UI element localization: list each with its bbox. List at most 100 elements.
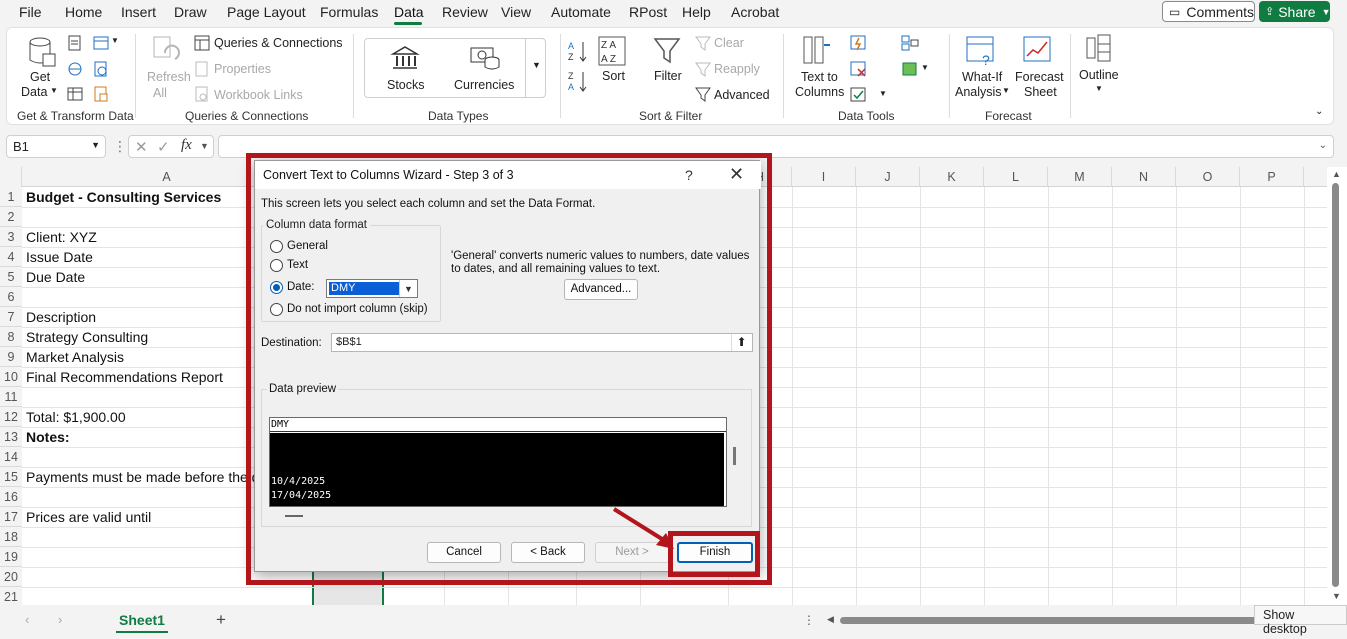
row-header[interactable]: 6 [0, 287, 22, 307]
column-header-p[interactable]: P [1240, 167, 1304, 187]
cell-a17[interactable]: Prices are valid until [26, 509, 151, 525]
column-header-m[interactable]: M [1048, 167, 1112, 187]
cell-a15[interactable]: Payments must be made before the d [26, 469, 259, 485]
currencies-icon[interactable] [468, 44, 500, 72]
cell-a9[interactable]: Market Analysis [26, 349, 124, 365]
scroll-left-icon[interactable]: ◀ [827, 614, 834, 625]
row-header[interactable]: 17 [0, 507, 22, 527]
row-header[interactable]: 15 [0, 467, 22, 487]
row-header[interactable]: 4 [0, 247, 22, 267]
what-if-label[interactable]: What-If [962, 70, 1002, 84]
row-header[interactable]: 11 [0, 387, 22, 407]
row-header[interactable]: 18 [0, 527, 22, 547]
select-all-corner[interactable] [0, 167, 22, 187]
row-header[interactable]: 7 [0, 307, 22, 327]
sheet-tab-sheet1[interactable]: Sheet1 [116, 609, 168, 633]
remove-duplicates-icon[interactable] [850, 60, 868, 78]
stocks-button[interactable]: Stocks [387, 78, 425, 92]
menu-view[interactable]: View [501, 4, 531, 20]
outline-icon[interactable] [1086, 34, 1112, 64]
more-sheets-icon[interactable]: ⋮ [803, 613, 815, 627]
horizontal-scrollbar-thumb[interactable] [840, 617, 1260, 624]
next-sheet-icon[interactable]: › [58, 612, 62, 627]
row-header[interactable]: 2 [0, 207, 22, 227]
cell-a10[interactable]: Final Recommendations Report [26, 369, 223, 385]
row-header[interactable]: 13 [0, 427, 22, 447]
row-header[interactable]: 19 [0, 547, 22, 567]
menu-help[interactable]: Help [682, 4, 711, 20]
recent-sources-icon[interactable] [93, 35, 109, 51]
column-header-n[interactable]: N [1112, 167, 1176, 187]
menu-rpost[interactable]: RPost [629, 4, 667, 20]
sheet-label[interactable]: Sheet [1024, 85, 1057, 99]
get-data-label[interactable]: Get [30, 70, 50, 84]
share-button[interactable]: ⇪ Share ▼ [1259, 1, 1331, 22]
queries-connections-button[interactable]: Queries & Connections [214, 36, 343, 50]
expand-formula-icon[interactable]: ⌄ [1319, 140, 1327, 151]
add-sheet-button[interactable]: + [216, 610, 226, 630]
data-model-icon[interactable] [901, 60, 919, 78]
flash-fill-icon[interactable] [850, 34, 868, 52]
cell-a1[interactable]: Budget - Consulting Services [26, 189, 221, 205]
cell-a13[interactable]: Notes: [26, 429, 70, 445]
what-if-icon[interactable]: ? [966, 36, 996, 66]
scroll-down-icon[interactable]: ▼ [1332, 591, 1341, 601]
comments-button[interactable]: ▭ Comments [1162, 1, 1255, 22]
from-picture-icon[interactable] [93, 86, 109, 102]
queries-icon[interactable] [194, 35, 210, 51]
scroll-up-icon[interactable]: ▲ [1332, 169, 1341, 179]
menu-page-layout[interactable]: Page Layout [227, 4, 306, 20]
from-text-icon[interactable] [67, 35, 83, 51]
cancel-icon[interactable]: ✕ [135, 138, 148, 156]
menu-review[interactable]: Review [442, 4, 488, 20]
data-validation-icon[interactable] [850, 86, 868, 104]
row-header[interactable]: 10 [0, 367, 22, 387]
row-header[interactable]: 20 [0, 567, 22, 587]
sort-button[interactable]: Sort [602, 69, 625, 83]
row-header[interactable]: 1 [0, 187, 22, 207]
collapse-ribbon-icon[interactable]: ⌄ [1315, 106, 1323, 117]
text-to-columns-icon[interactable] [803, 35, 831, 67]
analysis-label[interactable]: Analysis [955, 85, 1002, 99]
name-box[interactable]: B1 ▼ [6, 135, 106, 158]
row-header[interactable]: 8 [0, 327, 22, 347]
cell-a7[interactable]: Description [26, 309, 96, 325]
cell-a8[interactable]: Strategy Consulting [26, 329, 148, 345]
vertical-scrollbar[interactable]: ▲ ▼ [1327, 167, 1347, 605]
from-table-icon[interactable] [67, 86, 83, 102]
row-header[interactable]: 5 [0, 267, 22, 287]
sort-ascending-icon[interactable]: AZ [568, 40, 588, 62]
menu-data[interactable]: Data [394, 4, 424, 20]
forecast-label[interactable]: Forecast [1015, 70, 1064, 84]
menu-automate[interactable]: Automate [551, 4, 611, 20]
column-header-i[interactable]: I [792, 167, 856, 187]
more-options-icon[interactable]: ⋮ [113, 138, 127, 155]
menu-insert[interactable]: Insert [121, 4, 156, 20]
menu-file[interactable]: File [19, 4, 42, 20]
columns-label[interactable]: Columns [795, 85, 844, 99]
menu-draw[interactable]: Draw [174, 4, 207, 20]
advanced-filter-icon[interactable] [695, 86, 711, 102]
enter-icon[interactable]: ✓ [157, 138, 170, 156]
advanced-button[interactable]: Advanced [714, 88, 770, 102]
menu-acrobat[interactable]: Acrobat [731, 4, 779, 20]
currencies-button[interactable]: Currencies [454, 78, 514, 92]
data-types-more-button[interactable]: ▼ [525, 38, 546, 98]
menu-formulas[interactable]: Formulas [320, 4, 378, 20]
existing-connections-icon[interactable] [93, 61, 109, 77]
cell-a5[interactable]: Due Date [26, 269, 85, 285]
cell-a4[interactable]: Issue Date [26, 249, 93, 265]
cell-a3[interactable]: Client: XYZ [26, 229, 97, 245]
row-header[interactable]: 16 [0, 487, 22, 507]
scroll-thumb[interactable] [1332, 183, 1339, 587]
menu-home[interactable]: Home [65, 4, 102, 20]
sort-descending-icon[interactable]: ZA [568, 70, 588, 92]
outline-button[interactable]: Outline [1079, 68, 1119, 82]
get-data-label-2[interactable]: Data [21, 85, 47, 99]
consolidate-icon[interactable] [901, 34, 919, 52]
column-header-j[interactable]: J [856, 167, 920, 187]
column-header-k[interactable]: K [920, 167, 984, 187]
forecast-sheet-icon[interactable] [1023, 36, 1053, 66]
row-header[interactable]: 9 [0, 347, 22, 367]
from-web-icon[interactable] [67, 61, 83, 77]
